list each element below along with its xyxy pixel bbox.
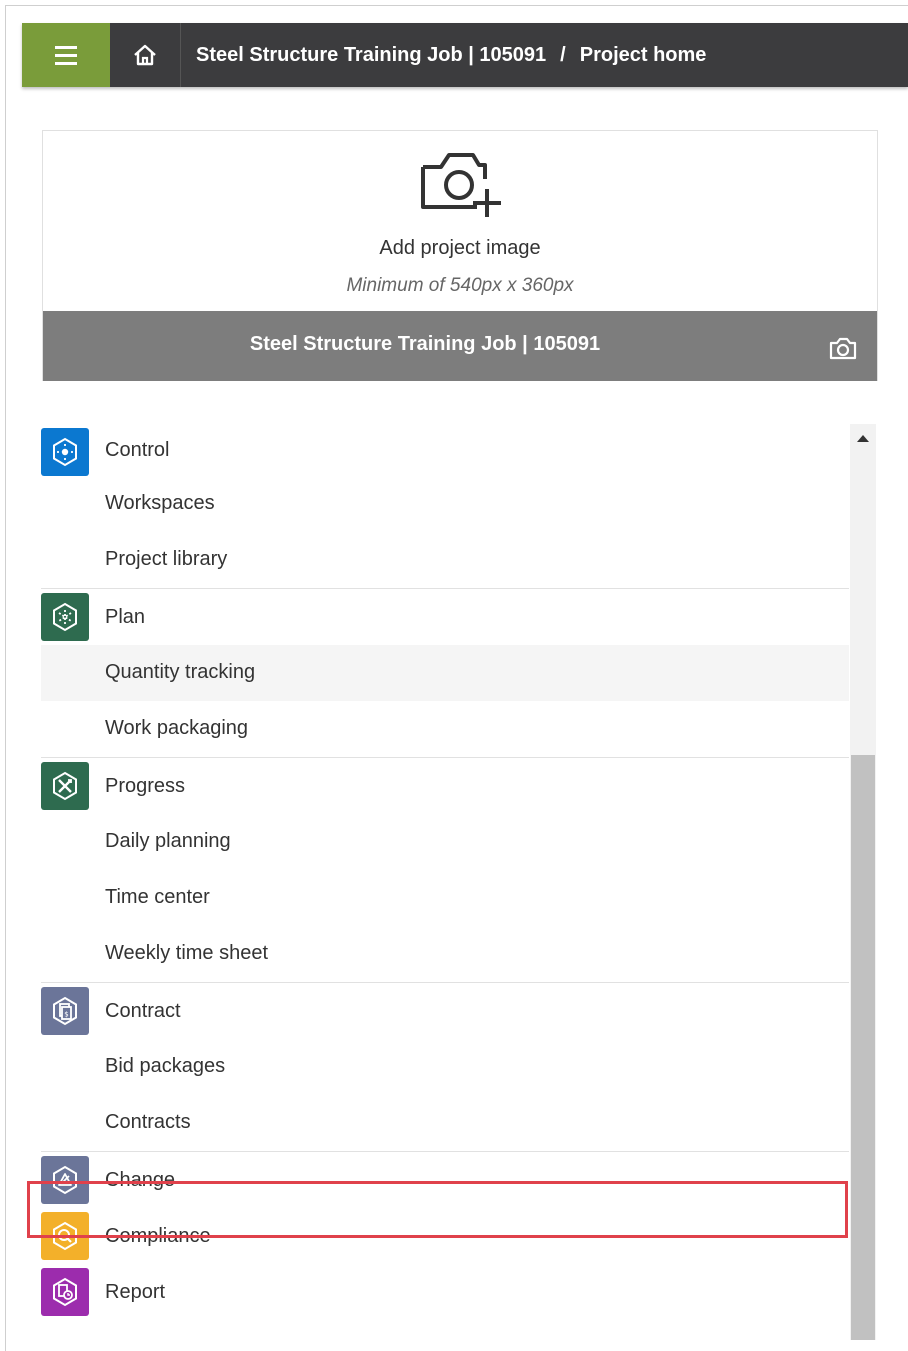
home-icon (134, 44, 156, 66)
add-project-image-label[interactable]: Add project image (43, 237, 877, 260)
menu-header-control[interactable]: Control (41, 424, 849, 476)
change-icon (41, 1156, 89, 1204)
menu-header-progress[interactable]: Progress (41, 758, 849, 814)
progress-icon (41, 762, 89, 810)
control-icon (41, 428, 89, 476)
breadcrumb-page: Project home (579, 43, 707, 66)
menu-item-project-library[interactable]: Project library (41, 532, 849, 588)
menu-item-label: Daily planning (105, 830, 231, 852)
menu-item-daily-planning[interactable]: Daily planning (41, 814, 849, 870)
breadcrumb: Steel Structure Training Job | 105091 / … (196, 23, 706, 87)
menu-header-plan[interactable]: Plan (41, 589, 849, 645)
menu-title-progress: Progress (105, 775, 186, 797)
menu-item-label: Work packaging (105, 717, 249, 739)
home-button[interactable] (110, 23, 181, 87)
menu-title-plan: Plan (105, 606, 146, 628)
menu-title-compliance: Compliance (105, 1225, 211, 1247)
menu-item-workspaces[interactable]: Workspaces (41, 476, 849, 532)
menu-title-control: Control (105, 439, 170, 461)
menu-item-work-packaging[interactable]: Work packaging (41, 701, 849, 757)
menu-section-contract: $ Contract Bid packages Contracts (41, 983, 849, 1152)
menu-header-contract[interactable]: $ Contract (41, 983, 849, 1039)
menu-scrollbar[interactable] (850, 424, 876, 1340)
menu-header-change[interactable]: Change (41, 1152, 849, 1208)
menu-section-report: Report (41, 1264, 849, 1320)
project-name-band: Steel Structure Training Job | 105091 (43, 311, 877, 381)
menu-item-bid-packages[interactable]: Bid packages (41, 1039, 849, 1095)
camera-icon[interactable] (829, 336, 857, 360)
menu-section-plan: Plan Quantity tracking Work packaging (41, 589, 849, 758)
menu-section-compliance: Compliance (41, 1208, 849, 1264)
menu-item-label: Time center (105, 886, 210, 908)
scroll-up-arrow-icon[interactable] (857, 435, 869, 442)
menu-item-contracts[interactable]: Contracts (41, 1095, 849, 1151)
project-menu: Control Workspaces Project library Plan … (41, 424, 849, 1345)
project-name: Steel Structure Training Job | 105091 (249, 333, 601, 355)
menu-section-progress: Progress Daily planning Time center Week… (41, 758, 849, 983)
project-image-card: Add project image Minimum of 540px x 360… (42, 130, 878, 381)
plan-icon (41, 593, 89, 641)
menu-item-time-center[interactable]: Time center (41, 870, 849, 926)
menu-title-change: Change (105, 1169, 176, 1191)
menu-item-label: Workspaces (105, 492, 215, 514)
contract-icon: $ (41, 987, 89, 1035)
menu-section-control: Control Workspaces Project library (41, 424, 849, 589)
breadcrumb-project[interactable]: Steel Structure Training Job | 105091 (196, 44, 546, 67)
menu-header-compliance[interactable]: Compliance (41, 1208, 849, 1264)
menu-item-weekly-time-sheet[interactable]: Weekly time sheet (41, 926, 849, 982)
menu-title-report: Report (105, 1281, 166, 1303)
svg-text:$: $ (64, 1011, 68, 1019)
menu-item-label: Bid packages (105, 1055, 226, 1077)
menu-title-contract: Contract (105, 1000, 181, 1022)
menu-item-label: Project library (105, 548, 228, 570)
menu-item-label: Weekly time sheet (105, 942, 269, 964)
camera-add-icon[interactable] (419, 145, 503, 219)
menu-item-label: Quantity tracking (105, 661, 256, 683)
menu-item-label: Contracts (105, 1111, 191, 1133)
compliance-icon (41, 1212, 89, 1260)
hamburger-icon[interactable] (22, 23, 110, 87)
menu-section-change: Change (41, 1152, 849, 1208)
report-icon (41, 1268, 89, 1316)
menu-item-quantity-tracking[interactable]: Quantity tracking (41, 645, 849, 701)
menu-header-report[interactable]: Report (41, 1264, 849, 1320)
top-bar: Steel Structure Training Job | 105091 / … (22, 23, 908, 87)
breadcrumb-separator: / (560, 43, 566, 66)
scrollbar-thumb[interactable] (851, 755, 875, 1340)
minimum-size-hint: Minimum of 540px x 360px (346, 275, 574, 296)
